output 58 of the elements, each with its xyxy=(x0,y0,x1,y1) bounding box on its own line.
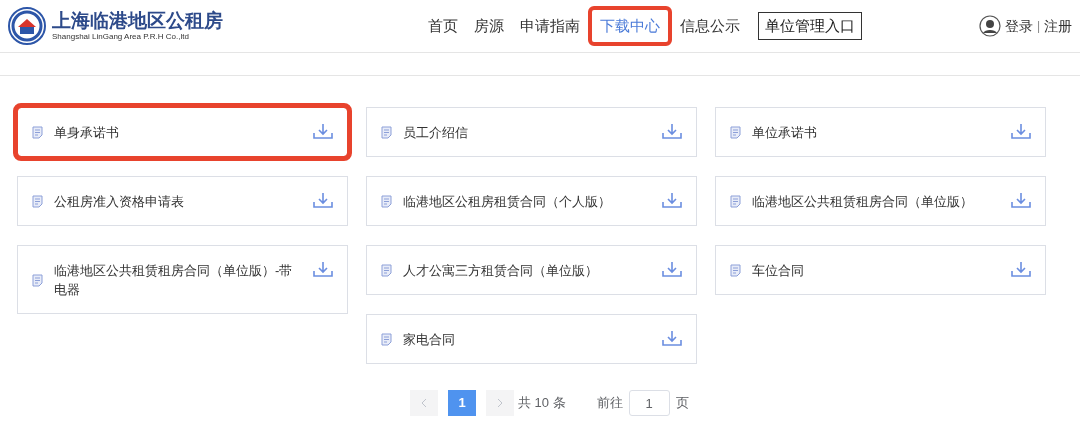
document-icon xyxy=(381,333,392,346)
nav-link[interactable]: 房源 xyxy=(466,9,512,43)
nav-link[interactable]: 下载中心 xyxy=(588,5,672,47)
site-subtitle: Shangshai LinGang Area P.R.H Co.,ltd xyxy=(52,32,190,42)
document-icon xyxy=(730,264,741,277)
file-card[interactable]: 单位承诺书 xyxy=(715,107,1046,157)
file-card[interactable]: 车位合同 xyxy=(715,245,1046,295)
download-icon[interactable] xyxy=(1011,192,1031,209)
site-title: 上海临港地区公租房 xyxy=(52,10,223,32)
document-icon xyxy=(381,264,392,277)
download-icon[interactable] xyxy=(662,330,682,347)
file-name: 临港地区公租房租赁合同（个人版） xyxy=(403,193,611,211)
chevron-left-icon xyxy=(421,398,427,408)
nav-link[interactable]: 首页 xyxy=(420,9,466,43)
document-icon xyxy=(32,126,43,139)
document-icon xyxy=(730,195,741,208)
document-icon xyxy=(381,126,392,139)
page-input[interactable]: 1 xyxy=(628,390,670,416)
file-card[interactable]: 公租房准入资格申请表 xyxy=(17,176,348,226)
separator: | xyxy=(1036,18,1040,35)
file-name: 单位承诺书 xyxy=(752,124,817,142)
page-unit: 页 xyxy=(675,394,689,413)
download-icon[interactable] xyxy=(662,192,682,209)
user-avatar-icon xyxy=(978,15,1001,37)
unit-entry-button[interactable]: 单位管理入口 xyxy=(758,11,862,41)
file-card[interactable]: 临港地区公共租赁租房合同（单位版） xyxy=(715,176,1046,226)
file-card[interactable]: 家电合同 xyxy=(366,314,697,364)
file-card[interactable]: 人才公寓三方租赁合同（单位版） xyxy=(366,245,697,295)
download-icon[interactable] xyxy=(662,261,682,278)
file-card[interactable]: 临港地区公共租赁租房合同（单位版）-带电器 xyxy=(17,245,348,314)
file-card[interactable]: 临港地区公租房租赁合同（个人版） xyxy=(366,176,697,226)
logo-icon xyxy=(8,7,46,45)
document-icon xyxy=(32,273,43,287)
goto-label: 前往 xyxy=(596,394,623,413)
download-icon[interactable] xyxy=(662,123,682,140)
download-icon[interactable] xyxy=(313,261,333,278)
download-icon[interactable] xyxy=(313,192,333,209)
chevron-right-icon xyxy=(497,398,503,408)
file-name: 公租房准入资格申请表 xyxy=(54,193,184,211)
file-name: 员工介绍信 xyxy=(403,124,468,142)
file-name: 临港地区公共租赁租房合同（单位版） xyxy=(752,193,973,211)
file-name: 车位合同 xyxy=(752,262,804,280)
document-icon xyxy=(32,195,43,208)
document-icon xyxy=(381,195,392,208)
file-name: 单身承诺书 xyxy=(54,124,119,142)
download-icon[interactable] xyxy=(1011,123,1031,140)
file-name: 家电合同 xyxy=(403,331,455,349)
download-icon[interactable] xyxy=(313,123,333,140)
file-name: 临港地区公共租赁租房合同（单位版）-带电器 xyxy=(54,262,294,299)
total-count: 共 10 条 xyxy=(518,394,566,413)
download-icon[interactable] xyxy=(1011,261,1031,278)
nav-link[interactable]: 信息公示 xyxy=(672,9,748,43)
nav-link[interactable]: 申请指南 xyxy=(512,9,588,43)
file-card[interactable]: 员工介绍信 xyxy=(366,107,697,157)
file-name: 人才公寓三方租赁合同（单位版） xyxy=(403,262,598,280)
document-icon xyxy=(730,126,741,139)
login-link[interactable]: 登录 xyxy=(1004,15,1033,37)
register-link[interactable]: 注册 xyxy=(1044,15,1072,37)
